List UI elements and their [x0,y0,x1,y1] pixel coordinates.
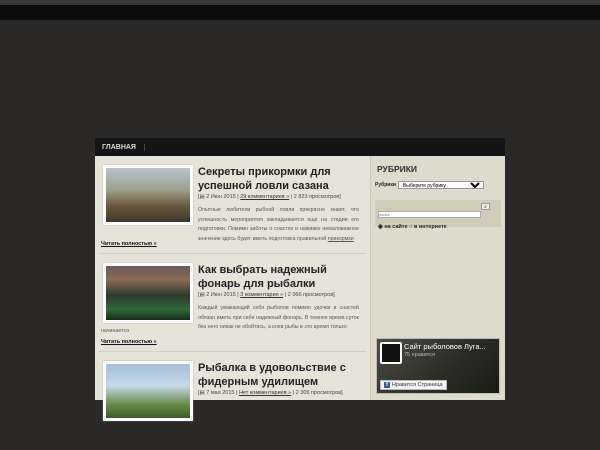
comments-link[interactable]: Нет комментариев » [239,390,291,396]
post-excerpt: Каждый уважающий себя рыболов помимо удо… [198,305,359,331]
category-select[interactable]: Выберите рубрику [397,181,484,189]
post-item: Рыбалка в удовольствие с фидерным удилищ… [99,352,366,450]
nav-home[interactable]: ГЛАВНАЯ [102,143,145,151]
post-views: 2 066 просмотров [287,292,334,298]
post-date: 7 мая 2015 [206,390,235,396]
page-logo[interactable] [380,342,402,364]
search-input[interactable] [378,211,481,218]
radio-web[interactable]: ○ в интернете [409,224,447,230]
post-meta: [▤ 7 мая 2015 | Нет комментариев » | 2 3… [198,390,343,396]
page-container: ГЛАВНАЯ Секреты прикормки для успешной л… [95,138,505,421]
fb-page-name[interactable]: Сайт рыболовов Луга... [404,342,486,351]
post-thumbnail[interactable] [103,263,193,323]
calendar-icon: ▤ [199,194,205,200]
post-meta: [▤ 2 Июн 2015 | 29 комментариев » | 2 82… [198,194,341,200]
comments-link[interactable]: 3 комментария » [240,292,283,298]
post-views: 2 823 просмотров [293,194,340,200]
main-nav: ГЛАВНАЯ [95,138,505,156]
fb-like-button[interactable]: f Нравится Страница [380,380,447,390]
post-date: 2 Июн 2015 [206,194,236,200]
search-scope: ◉ на сайте ○ в интернете [378,224,498,230]
post-views: 2 306 просмотров [295,390,342,396]
facebook-widget: Сайт рыболовов Луга... 75 нравится f Нрав… [376,338,500,394]
read-more-link[interactable]: Читать полностью » [101,339,157,345]
post-list: Секреты прикормки для успешной ловли саз… [95,156,370,421]
post-item: Как выбрать надежный фонарь для рыбалки … [99,254,366,352]
post-meta: [▤ 2 Июн 2015 | 3 комментария » | 2 066 … [198,292,335,298]
fb-like-label: Нравится Страница [391,382,443,388]
categories-heading: РУБРИКИ [377,164,418,174]
excerpt-tail: начинается [101,328,129,334]
read-more-link[interactable]: Читать полностью » [101,241,157,247]
post-title[interactable]: Секреты прикормки для успешной ловли саз… [198,165,368,193]
radio-site-label: на сайте [384,224,408,230]
facebook-icon: f [384,382,390,388]
fb-likes: 75 нравится [404,352,435,358]
post-title[interactable]: Рыбалка в удовольствие с фидерным удилищ… [198,361,368,389]
search-icon[interactable]: ⌕ [481,203,490,210]
post-thumbnail[interactable] [103,361,193,421]
calendar-icon: ▤ [199,390,205,396]
post-title[interactable]: Как выбрать надежный фонарь для рыбалки [198,263,368,291]
category-row: Рубрики Выберите рубрику [375,181,505,189]
search-box: ⌕ ◉ на сайте ○ в интернете [375,200,501,230]
comments-link[interactable]: 29 комментариев » [240,194,289,200]
post-item: Секреты прикормки для успешной ловли саз… [99,156,366,254]
post-thumbnail[interactable] [103,165,193,225]
post-date: 2 Июн 2015 [206,292,236,298]
radio-web-label: в интернете [413,224,447,230]
sidebar: РУБРИКИ Рубрики Выберите рубрику ⌕ ◉ на … [370,156,505,400]
excerpt-link[interactable]: прикормки [328,236,354,242]
radio-site[interactable]: ◉ на сайте [378,224,408,230]
category-label: Рубрики [375,182,396,188]
calendar-icon: ▤ [199,292,205,298]
top-bar [0,0,600,20]
post-excerpt: Опытные любители рыбной ловли прекрасно … [198,206,359,245]
